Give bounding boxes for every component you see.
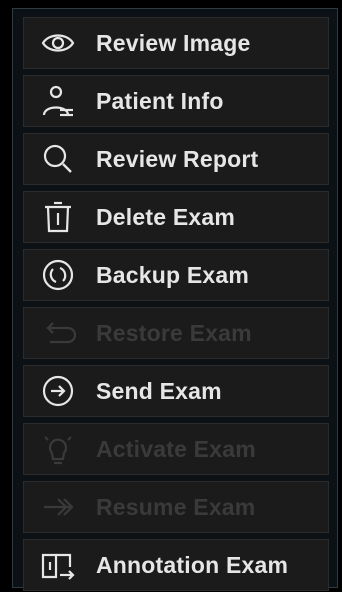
menu-item-label: Send Exam xyxy=(96,377,222,404)
menu-item-backup-exam[interactable]: Backup Exam xyxy=(23,249,329,301)
backup-icon xyxy=(40,257,76,293)
menu-item-restore-exam[interactable]: Restore Exam xyxy=(23,307,329,359)
menu-item-label: Resume Exam xyxy=(96,493,256,520)
menu-item-delete-exam[interactable]: Delete Exam xyxy=(23,191,329,243)
double-arrow-icon xyxy=(40,489,76,525)
menu-item-label: Review Image xyxy=(96,29,251,56)
menu-item-review-report[interactable]: Review Report xyxy=(23,133,329,185)
menu-item-label: Patient Info xyxy=(96,87,224,114)
eye-icon xyxy=(40,25,76,61)
menu-item-label: Delete Exam xyxy=(96,203,235,230)
lightbulb-icon xyxy=(40,431,76,467)
menu-item-label: Activate Exam xyxy=(96,435,256,462)
menu-item-resume-exam[interactable]: Resume Exam xyxy=(23,481,329,533)
menu-item-review-image[interactable]: Review Image xyxy=(23,17,329,69)
menu-item-label: Annotation Exam xyxy=(96,551,289,578)
menu-item-patient-info[interactable]: Patient Info xyxy=(23,75,329,127)
context-menu: Review Image Patient Info Review Report xyxy=(12,8,338,591)
menu-item-label: Review Report xyxy=(96,145,259,172)
search-icon xyxy=(40,141,76,177)
person-info-icon xyxy=(40,83,76,119)
menu-item-label: Backup Exam xyxy=(96,261,250,288)
undo-arrow-icon xyxy=(40,315,76,351)
annotation-book-icon xyxy=(40,547,76,583)
menu-item-activate-exam[interactable]: Activate Exam xyxy=(23,423,329,475)
send-arrow-icon xyxy=(40,373,76,409)
menu-item-label: Restore Exam xyxy=(96,319,252,346)
menu-item-annotation-exam[interactable]: Annotation Exam xyxy=(23,539,329,591)
trash-icon xyxy=(40,199,76,235)
menu-item-send-exam[interactable]: Send Exam xyxy=(23,365,329,417)
